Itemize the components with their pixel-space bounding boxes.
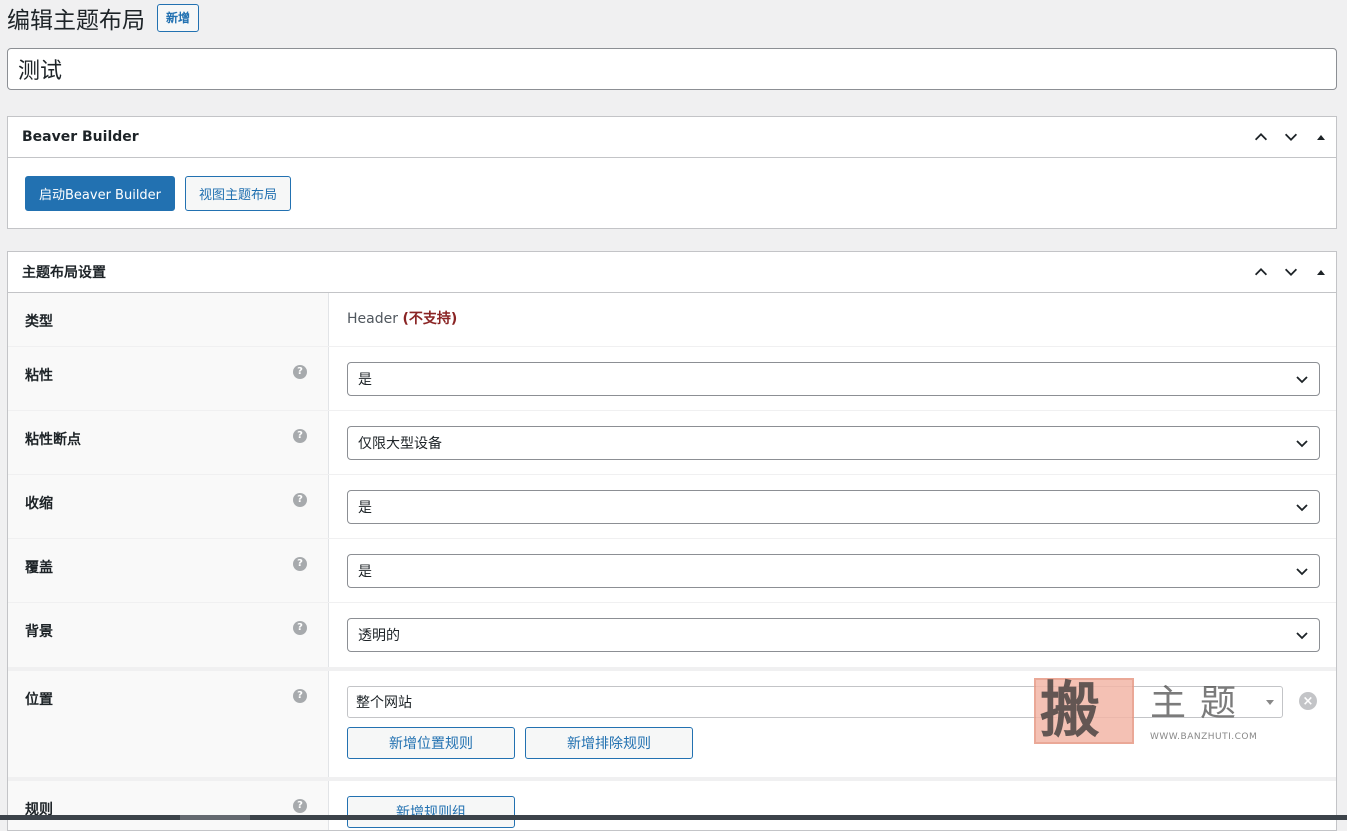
shrink-row: 收缩 ? 是 xyxy=(8,475,1336,539)
chevron-down-icon[interactable] xyxy=(1276,117,1306,157)
help-icon[interactable]: ? xyxy=(293,365,307,379)
row-label-text: 位置 xyxy=(25,692,53,708)
chevron-up-icon[interactable] xyxy=(1246,252,1276,292)
help-icon[interactable]: ? xyxy=(293,557,307,571)
chevron-up-icon[interactable] xyxy=(1246,117,1276,157)
row-label: 粘性 ? xyxy=(8,347,329,410)
launch-beaver-builder-button[interactable]: 启动Beaver Builder xyxy=(25,176,176,211)
background-row: 背景 ? 透明的 xyxy=(8,603,1336,671)
triangle-up-icon[interactable] xyxy=(1306,252,1336,292)
row-label: 背景 ? xyxy=(8,603,329,667)
row-label-text: 粘性断点 xyxy=(25,432,81,448)
help-icon[interactable]: ? xyxy=(293,621,307,635)
dropdown-arrow-icon xyxy=(1266,699,1274,705)
sticky-breakpoint-row: 粘性断点 ? 仅限大型设备 xyxy=(8,411,1336,475)
select-value: 是 xyxy=(358,564,372,580)
remove-location-icon[interactable]: × xyxy=(1299,692,1317,710)
select-value: 整个网站 xyxy=(356,695,412,711)
postbox-header: Beaver Builder xyxy=(8,117,1336,158)
sticky-breakpoint-field: 仅限大型设备 xyxy=(329,411,1336,474)
sticky-row: 粘性 ? 是 xyxy=(8,347,1336,411)
chevron-down-icon[interactable] xyxy=(1276,252,1306,292)
help-icon[interactable]: ? xyxy=(293,799,307,813)
type-name: Header xyxy=(347,311,398,327)
sticky-breakpoint-select[interactable]: 仅限大型设备 xyxy=(347,426,1320,460)
post-title-input[interactable]: 测试 xyxy=(7,48,1337,90)
add-rule-group-button[interactable]: 新增规则组 xyxy=(347,796,515,828)
postbox-handles xyxy=(1246,117,1336,157)
view-theme-layout-button[interactable]: 视图主题布局 xyxy=(185,176,292,211)
location-select[interactable]: 整个网站 xyxy=(347,686,1283,718)
postbox-header: 主题布局设置 xyxy=(8,252,1336,293)
select-value: 是 xyxy=(358,372,372,388)
type-row: 类型 Header (不支持) xyxy=(8,293,1336,347)
help-icon[interactable]: ? xyxy=(293,689,307,703)
row-label-text: 覆盖 xyxy=(25,560,53,576)
type-status: (不支持) xyxy=(402,311,458,327)
row-label: 覆盖 ? xyxy=(8,539,329,602)
postbox-title: 主题布局设置 xyxy=(22,265,106,281)
overlay-row: 覆盖 ? 是 xyxy=(8,539,1336,603)
row-label: 收缩 ? xyxy=(8,475,329,538)
select-value: 仅限大型设备 xyxy=(358,436,442,452)
row-label-text: 背景 xyxy=(25,624,53,640)
chevron-down-icon xyxy=(1296,568,1308,576)
chevron-down-icon xyxy=(1296,632,1308,640)
taskbar-segment xyxy=(180,815,250,820)
background-field: 透明的 xyxy=(329,603,1336,667)
triangle-up-icon[interactable] xyxy=(1306,117,1336,157)
sticky-field: 是 xyxy=(329,347,1336,410)
background-select[interactable]: 透明的 xyxy=(347,618,1320,652)
shrink-field: 是 xyxy=(329,475,1336,538)
row-label: 规则 ? xyxy=(8,781,329,830)
row-label-text: 粘性 xyxy=(25,368,53,384)
help-icon[interactable]: ? xyxy=(293,493,307,507)
sticky-select[interactable]: 是 xyxy=(347,362,1320,396)
help-icon[interactable]: ? xyxy=(293,429,307,443)
shrink-select[interactable]: 是 xyxy=(347,490,1320,524)
location-rule-buttons: 新增位置规则 新增排除规则 xyxy=(347,727,1320,759)
rules-row: 规则 ? 新增规则组 xyxy=(8,781,1336,830)
location-field: 整个网站 × 新增位置规则 新增排除规则 xyxy=(329,671,1336,777)
type-field: Header (不支持) xyxy=(329,293,1336,346)
add-new-button[interactable]: 新增 xyxy=(157,4,200,32)
beaver-builder-actions: 启动Beaver Builder 视图主题布局 xyxy=(8,158,1336,228)
select-value: 透明的 xyxy=(358,628,400,644)
chevron-down-icon xyxy=(1296,504,1308,512)
row-label: 位置 ? xyxy=(8,671,329,777)
add-exclusion-rule-button[interactable]: 新增排除规则 xyxy=(525,727,693,759)
location-row: 位置 ? 整个网站 × 新增位置规则 新增排除规则 xyxy=(8,671,1336,781)
beaver-builder-box: Beaver Builder 启动Beaver Builder 视图主题布局 xyxy=(7,116,1337,229)
chevron-down-icon xyxy=(1296,376,1308,384)
overlay-select[interactable]: 是 xyxy=(347,554,1320,588)
select-value: 是 xyxy=(358,500,372,516)
chevron-down-icon xyxy=(1296,440,1308,448)
postbox-handles xyxy=(1246,252,1336,292)
page-title: 编辑主题布局 xyxy=(7,8,145,34)
type-value: Header (不支持) xyxy=(347,308,457,327)
overlay-field: 是 xyxy=(329,539,1336,602)
theme-layout-settings-box: 主题布局设置 类型 Header (不支持) 粘性 ? 是 粘性断点 ? 仅限大… xyxy=(7,251,1337,831)
row-label-text: 收缩 xyxy=(25,496,53,512)
rules-field: 新增规则组 xyxy=(329,781,1336,830)
postbox-title: Beaver Builder xyxy=(22,129,139,145)
taskbar-strip xyxy=(0,815,1347,820)
add-location-rule-button[interactable]: 新增位置规则 xyxy=(347,727,515,759)
row-label: 类型 xyxy=(8,293,329,346)
row-label: 粘性断点 ? xyxy=(8,411,329,474)
page-header: 编辑主题布局 新增 xyxy=(7,0,200,36)
